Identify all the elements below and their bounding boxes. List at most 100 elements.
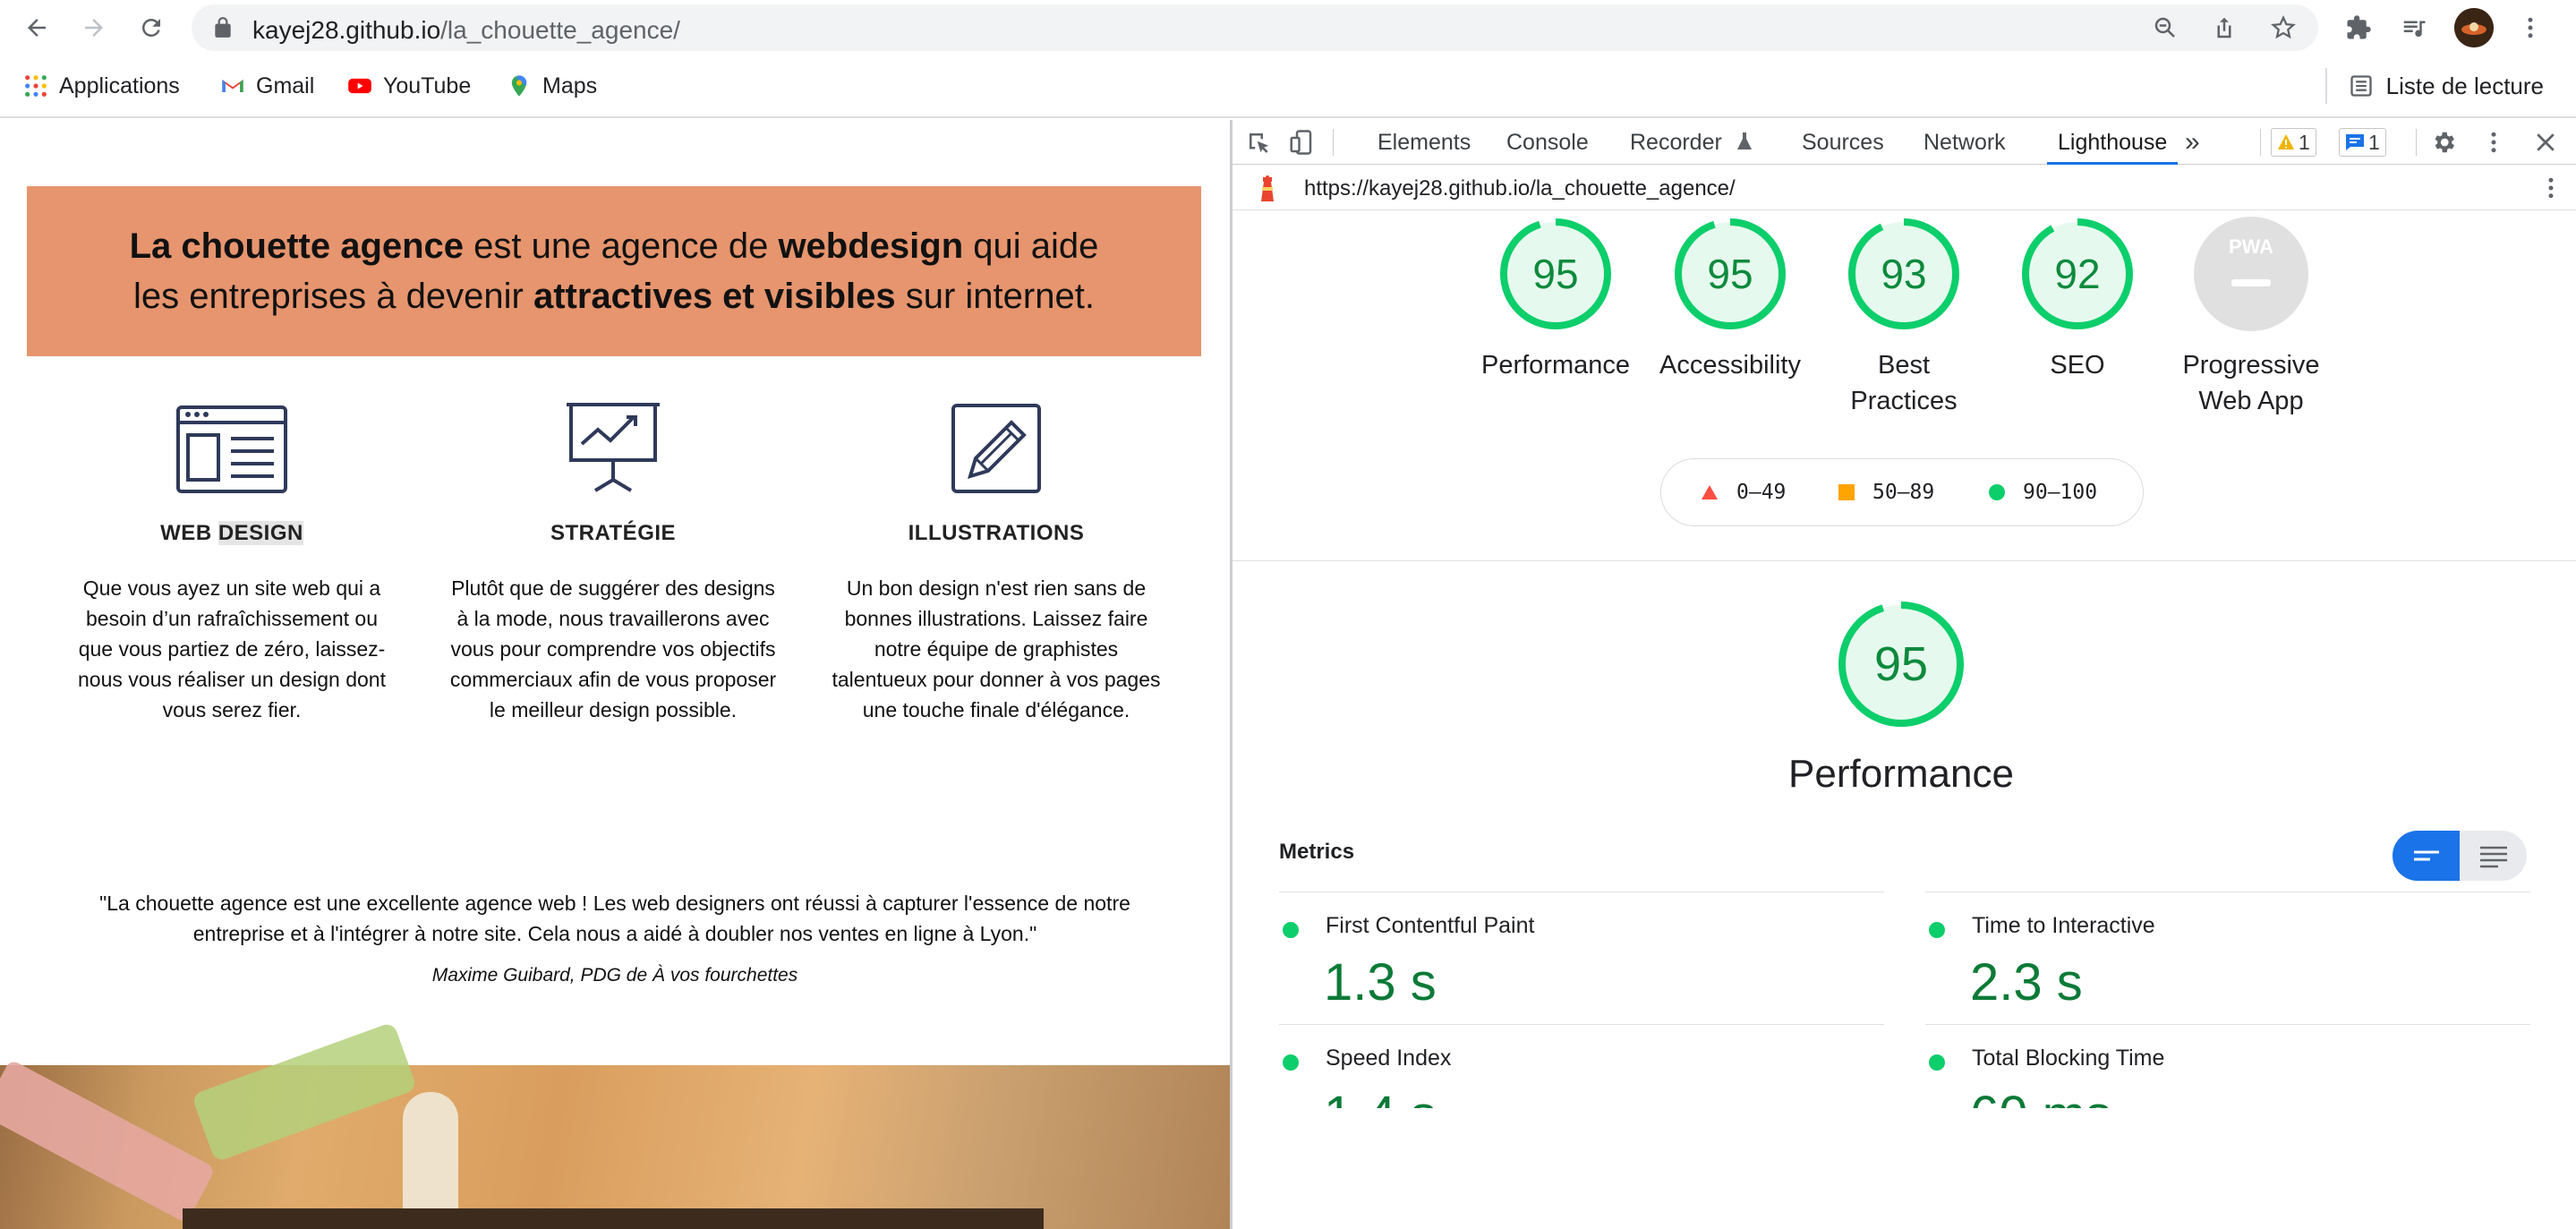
share-icon[interactable] (2211, 14, 2238, 41)
reload-icon (141, 18, 160, 37)
bookmark-label: YouTube (383, 73, 472, 98)
tab-elements[interactable]: Elements (1378, 120, 1471, 165)
compact-view-button[interactable] (2393, 831, 2460, 881)
bookmark-label: Applications (59, 73, 180, 98)
lock-icon (215, 17, 231, 38)
green-circle-icon (1989, 484, 2005, 500)
warnings-badge[interactable]: 1 (2271, 128, 2316, 157)
hero-line-2: les entreprises à devenir attractives et… (133, 271, 1095, 321)
testimonial-author: Maxime Guibard, PDG de À vos fourchettes (431, 965, 798, 986)
star-icon[interactable] (2270, 14, 2297, 41)
tab-console[interactable]: Console (1506, 120, 1589, 165)
legend-average: 50–89 (1838, 481, 1934, 504)
url-path: /la_chouette_agence/ (440, 16, 680, 44)
report-menu-icon[interactable] (2538, 175, 2564, 201)
more-vert-icon (2528, 17, 2533, 38)
photo-marker-green (191, 1021, 418, 1163)
presentation-chart-icon (448, 394, 779, 494)
service-illustrations: ILLUSTRATIONS Un bon design n'est rien s… (831, 394, 1162, 725)
more-tabs-button[interactable]: » (2185, 120, 2200, 165)
website-viewport: La chouette agence est une agence de web… (0, 120, 1230, 1229)
orange-square-icon (1838, 484, 1855, 500)
expanded-list-icon[interactable] (2478, 843, 2509, 868)
metric-tbt: Total Blocking Time 60 ms (1925, 1042, 2444, 1108)
devtools-tab-bar: Elements Console Recorder Sources Networ… (1233, 120, 2576, 165)
service-description: Un bon design n'est rien sans de bonnes … (832, 576, 1161, 721)
tab-lighthouse[interactable]: Lighthouse (2047, 120, 2179, 165)
bookmark-maps[interactable]: Maps (507, 70, 597, 102)
bookmark-youtube[interactable]: YouTube (347, 70, 471, 102)
browser-toolbar: kayej28.github.io/la_chouette_agence/ (0, 0, 2576, 55)
reading-list-button[interactable]: Liste de lecture (2349, 70, 2544, 102)
tab-separator (1333, 129, 1334, 156)
tab-separator (2416, 129, 2417, 156)
bookmarks-divider (2325, 68, 2327, 104)
hero-text: les entreprises à devenir (133, 277, 533, 316)
score-value: 95 (1707, 251, 1753, 297)
inspect-element-icon[interactable] (1245, 129, 1272, 156)
pass-dot (1929, 922, 1945, 938)
hero-text: qui aide (963, 226, 1099, 266)
bookmark-label: Gmail (256, 73, 315, 98)
service-title: WEB DESIGN (66, 521, 397, 546)
chrome-menu-button[interactable] (2512, 9, 2549, 47)
compact-list-icon (2414, 850, 2439, 861)
metrics-view-toggle[interactable] (2393, 831, 2527, 881)
tab-sources[interactable]: Sources (1802, 120, 1884, 165)
music-queue-icon (2403, 21, 2426, 38)
score-value: 92 (2054, 251, 2101, 297)
zoom-icon[interactable] (2152, 14, 2179, 41)
legend-pass: 90–100 (1989, 481, 2097, 504)
score-gauge-accessibility[interactable]: 95 (1671, 215, 1789, 333)
metric-speed-index: Speed Index 1.4 s (1279, 1042, 1798, 1108)
hero-webdesign: webdesign (778, 226, 964, 266)
metric-name: Speed Index (1326, 1046, 1452, 1071)
extensions-button[interactable] (2340, 9, 2377, 47)
score-label: Progressive Web App (2182, 351, 2320, 415)
tab-recorder-label: Recorder (1630, 130, 1722, 155)
hero-attractive: attractives et visibles (533, 277, 896, 316)
media-button[interactable] (2395, 9, 2433, 47)
score-gauge-performance[interactable]: 95 (1497, 215, 1615, 333)
red-triangle-icon (1702, 485, 1718, 499)
back-button[interactable] (18, 9, 55, 47)
reading-list-label: Liste de lecture (2385, 72, 2544, 99)
performance-score-gauge: 95 (1835, 598, 1967, 730)
metric-name: Total Blocking Time (1972, 1046, 2165, 1071)
profile-avatar[interactable] (2454, 8, 2494, 47)
bookmark-gmail[interactable]: Gmail (220, 70, 314, 102)
settings-gear-icon[interactable] (2430, 129, 2457, 156)
score-gauge-best-practices[interactable]: 93 (1845, 215, 1963, 333)
tab-network[interactable]: Network (1923, 120, 2006, 165)
reading-list-icon (2350, 75, 2372, 97)
lighthouse-icon (1261, 175, 1274, 201)
service-web-design: WEB DESIGN Que vous ayez un site web qui… (66, 394, 397, 725)
apps-grid-icon (25, 75, 47, 97)
device-toolbar-icon[interactable] (1288, 129, 1315, 156)
score-gauge-pwa[interactable]: PWA (2192, 215, 2310, 333)
url-text: kayej28.github.io/la_chouette_agence/ (252, 16, 680, 45)
hero-text: sur internet. (895, 277, 1095, 316)
score-value: 95 (1532, 251, 1579, 297)
metric-name: Time to Interactive (1972, 913, 2155, 938)
forward-button[interactable] (75, 9, 113, 47)
testimonial-quote: "La chouette agence est une excellente a… (99, 892, 1130, 945)
metric-value: 1.3 s (1324, 953, 1437, 1011)
lighthouse-report-url-bar: https://kayej28.github.io/la_chouette_ag… (1233, 166, 2576, 210)
reload-button[interactable] (132, 9, 170, 47)
metric-value: 2.3 s (1970, 953, 2083, 1011)
gmail-icon (222, 80, 243, 92)
performance-title: Performance (1788, 752, 2014, 796)
score-gauge-seo[interactable]: 92 (2018, 215, 2137, 333)
bookmark-applications[interactable]: Applications (23, 70, 180, 102)
messages-badge[interactable]: 1 (2339, 128, 2386, 157)
score-value: 93 (1881, 251, 1927, 297)
score-label: SEO (2050, 351, 2105, 380)
score-label: Performance (1480, 351, 1630, 380)
puzzle-icon (2347, 15, 2371, 39)
tab-recorder[interactable]: Recorder (1630, 120, 1753, 165)
close-icon[interactable] (2532, 129, 2559, 156)
performance-score-value: 95 (1873, 637, 1929, 691)
address-bar[interactable]: kayej28.github.io/la_chouette_agence/ (192, 4, 2318, 51)
devtools-more-icon[interactable] (2480, 129, 2507, 156)
